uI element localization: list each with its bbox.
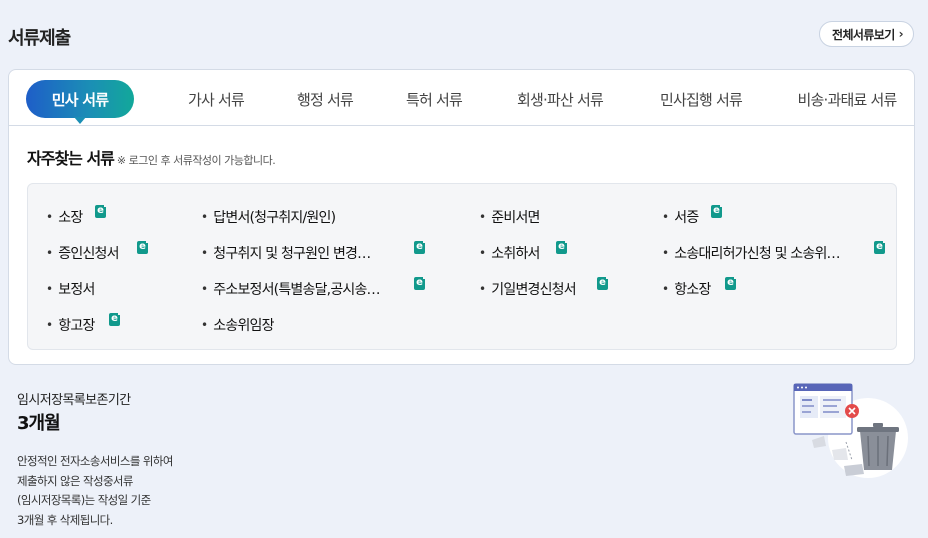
e-form-icon[interactable]: e bbox=[556, 240, 568, 254]
document-panel: 민사 서류 가사 서류 행정 서류 특허 서류 회생·파산 서류 민사집행 서류… bbox=[8, 69, 915, 365]
temp-storage-description: 안정적인 전자소송서비스를 위하여 제출하지 않은 작성중서류 (임시저장목록)… bbox=[17, 452, 173, 530]
tab-civil-execution[interactable]: 민사집행 서류 bbox=[643, 80, 759, 118]
list-item[interactable]: • 소취하서 bbox=[479, 243, 540, 263]
e-form-icon[interactable]: e bbox=[711, 204, 723, 218]
description-line: (임시저장목록)는 작성일 기준 bbox=[17, 493, 151, 507]
list-item-label: 소송위임장 bbox=[213, 318, 274, 334]
tab-patent[interactable]: 특허 서류 bbox=[384, 80, 484, 118]
e-form-icon[interactable]: e bbox=[874, 240, 886, 254]
list-item[interactable]: • 보정서 bbox=[46, 279, 95, 299]
e-form-icon[interactable]: e bbox=[725, 276, 737, 290]
bullet-icon: • bbox=[201, 318, 208, 332]
list-item[interactable]: • 항고장 bbox=[46, 315, 95, 335]
bullet-icon: • bbox=[46, 210, 53, 224]
bullet-icon: • bbox=[46, 318, 53, 332]
bullet-icon: • bbox=[662, 246, 669, 260]
frequent-docs-title: 자주찾는 서류 bbox=[27, 149, 115, 168]
list-item-label: 주소보정서(특별송달,공시송… bbox=[213, 282, 380, 298]
chevron-right-icon: › bbox=[898, 27, 904, 41]
list-item-label: 답변서(청구취지/원인) bbox=[213, 210, 336, 226]
temp-storage-period: 3개월 bbox=[17, 413, 61, 434]
frequent-docs-list: • 소장 e • 답변서(청구취지/원인) • 준비서면 • 서증 e • 증인신청서 e… bbox=[27, 183, 897, 350]
list-item[interactable]: • 항소장 bbox=[662, 279, 711, 299]
list-item-label: 기일변경신청서 bbox=[491, 282, 576, 298]
list-item-label: 소취하서 bbox=[491, 246, 540, 262]
list-item[interactable]: • 증인신청서 bbox=[46, 243, 119, 263]
bullet-icon: • bbox=[201, 210, 208, 224]
bullet-icon: • bbox=[479, 282, 486, 296]
list-item-label: 소송대리허가신청 및 소송위… bbox=[674, 246, 840, 262]
category-tabs: 민사 서류 가사 서류 행정 서류 특허 서류 회생·파산 서류 민사집행 서류… bbox=[9, 70, 914, 126]
list-item-label: 보정서 bbox=[58, 282, 95, 298]
e-form-icon[interactable]: e bbox=[137, 240, 149, 254]
list-item-label: 증인신청서 bbox=[58, 246, 119, 262]
e-form-icon[interactable]: e bbox=[597, 276, 609, 290]
list-item-label: 청구취지 및 청구원인 변경… bbox=[213, 246, 371, 262]
list-item-label: 항소장 bbox=[674, 282, 711, 298]
frequent-docs-header: 자주찾는 서류 ※ 로그인 후 서류작성이 가능합니다. bbox=[27, 145, 276, 169]
tab-rehabilitation-bankruptcy[interactable]: 회생·파산 서류 bbox=[497, 80, 623, 118]
temp-storage-label: 임시저장목록보존기간 bbox=[17, 393, 131, 408]
list-item[interactable]: • 서증 bbox=[662, 207, 699, 227]
bullet-icon: • bbox=[201, 246, 208, 260]
list-item-label: 항고장 bbox=[58, 318, 95, 334]
tab-administrative[interactable]: 행정 서류 bbox=[275, 80, 375, 118]
list-item[interactable]: • 소송대리허가신청 및 소송위… bbox=[662, 243, 841, 263]
list-item[interactable]: • 기일변경신청서 bbox=[479, 279, 577, 299]
list-item-label: 소장 bbox=[58, 210, 83, 226]
login-notice: ※ 로그인 후 서류작성이 가능합니다. bbox=[116, 154, 276, 167]
e-form-icon[interactable]: e bbox=[109, 312, 121, 326]
bullet-icon: • bbox=[479, 210, 486, 224]
list-item-label: 서증 bbox=[674, 210, 699, 226]
list-item-label: 준비서면 bbox=[491, 210, 540, 226]
bullet-icon: • bbox=[46, 246, 53, 260]
tab-civil[interactable]: 민사 서류 bbox=[26, 80, 134, 124]
description-line: 3개월 후 삭제됩니다. bbox=[17, 512, 113, 527]
description-line: 안정적인 전자소송서비스를 위하여 bbox=[17, 454, 173, 468]
bullet-icon: • bbox=[662, 210, 669, 224]
bullet-icon: • bbox=[46, 282, 53, 296]
e-form-icon[interactable]: e bbox=[414, 240, 426, 254]
e-form-icon[interactable]: e bbox=[95, 204, 107, 218]
section-title: 서류제출 bbox=[8, 28, 71, 49]
bullet-icon: • bbox=[662, 282, 669, 296]
view-all-label: 전체서류보기 bbox=[832, 27, 895, 42]
list-item[interactable]: • 청구취지 및 청구원인 변경… bbox=[201, 243, 371, 263]
view-all-documents-button[interactable]: 전체서류보기 › bbox=[819, 21, 914, 47]
bullet-icon: • bbox=[479, 246, 486, 260]
trash-document-illustration bbox=[793, 383, 908, 478]
tab-non-contentious-fines[interactable]: 비송·과태료 서류 bbox=[779, 80, 915, 118]
list-item[interactable]: • 소장 bbox=[46, 207, 83, 227]
e-form-icon[interactable]: e bbox=[414, 276, 426, 290]
list-item[interactable]: • 주소보정서(특별송달,공시송… bbox=[201, 279, 381, 299]
bullet-icon: • bbox=[201, 282, 208, 296]
description-line: 제출하지 않은 작성중서류 bbox=[17, 473, 133, 488]
list-item[interactable]: • 준비서면 bbox=[479, 207, 540, 227]
tab-family[interactable]: 가사 서류 bbox=[166, 80, 266, 118]
list-item[interactable]: • 소송위임장 bbox=[201, 315, 274, 335]
list-item[interactable]: • 답변서(청구취지/원인) bbox=[201, 207, 336, 227]
